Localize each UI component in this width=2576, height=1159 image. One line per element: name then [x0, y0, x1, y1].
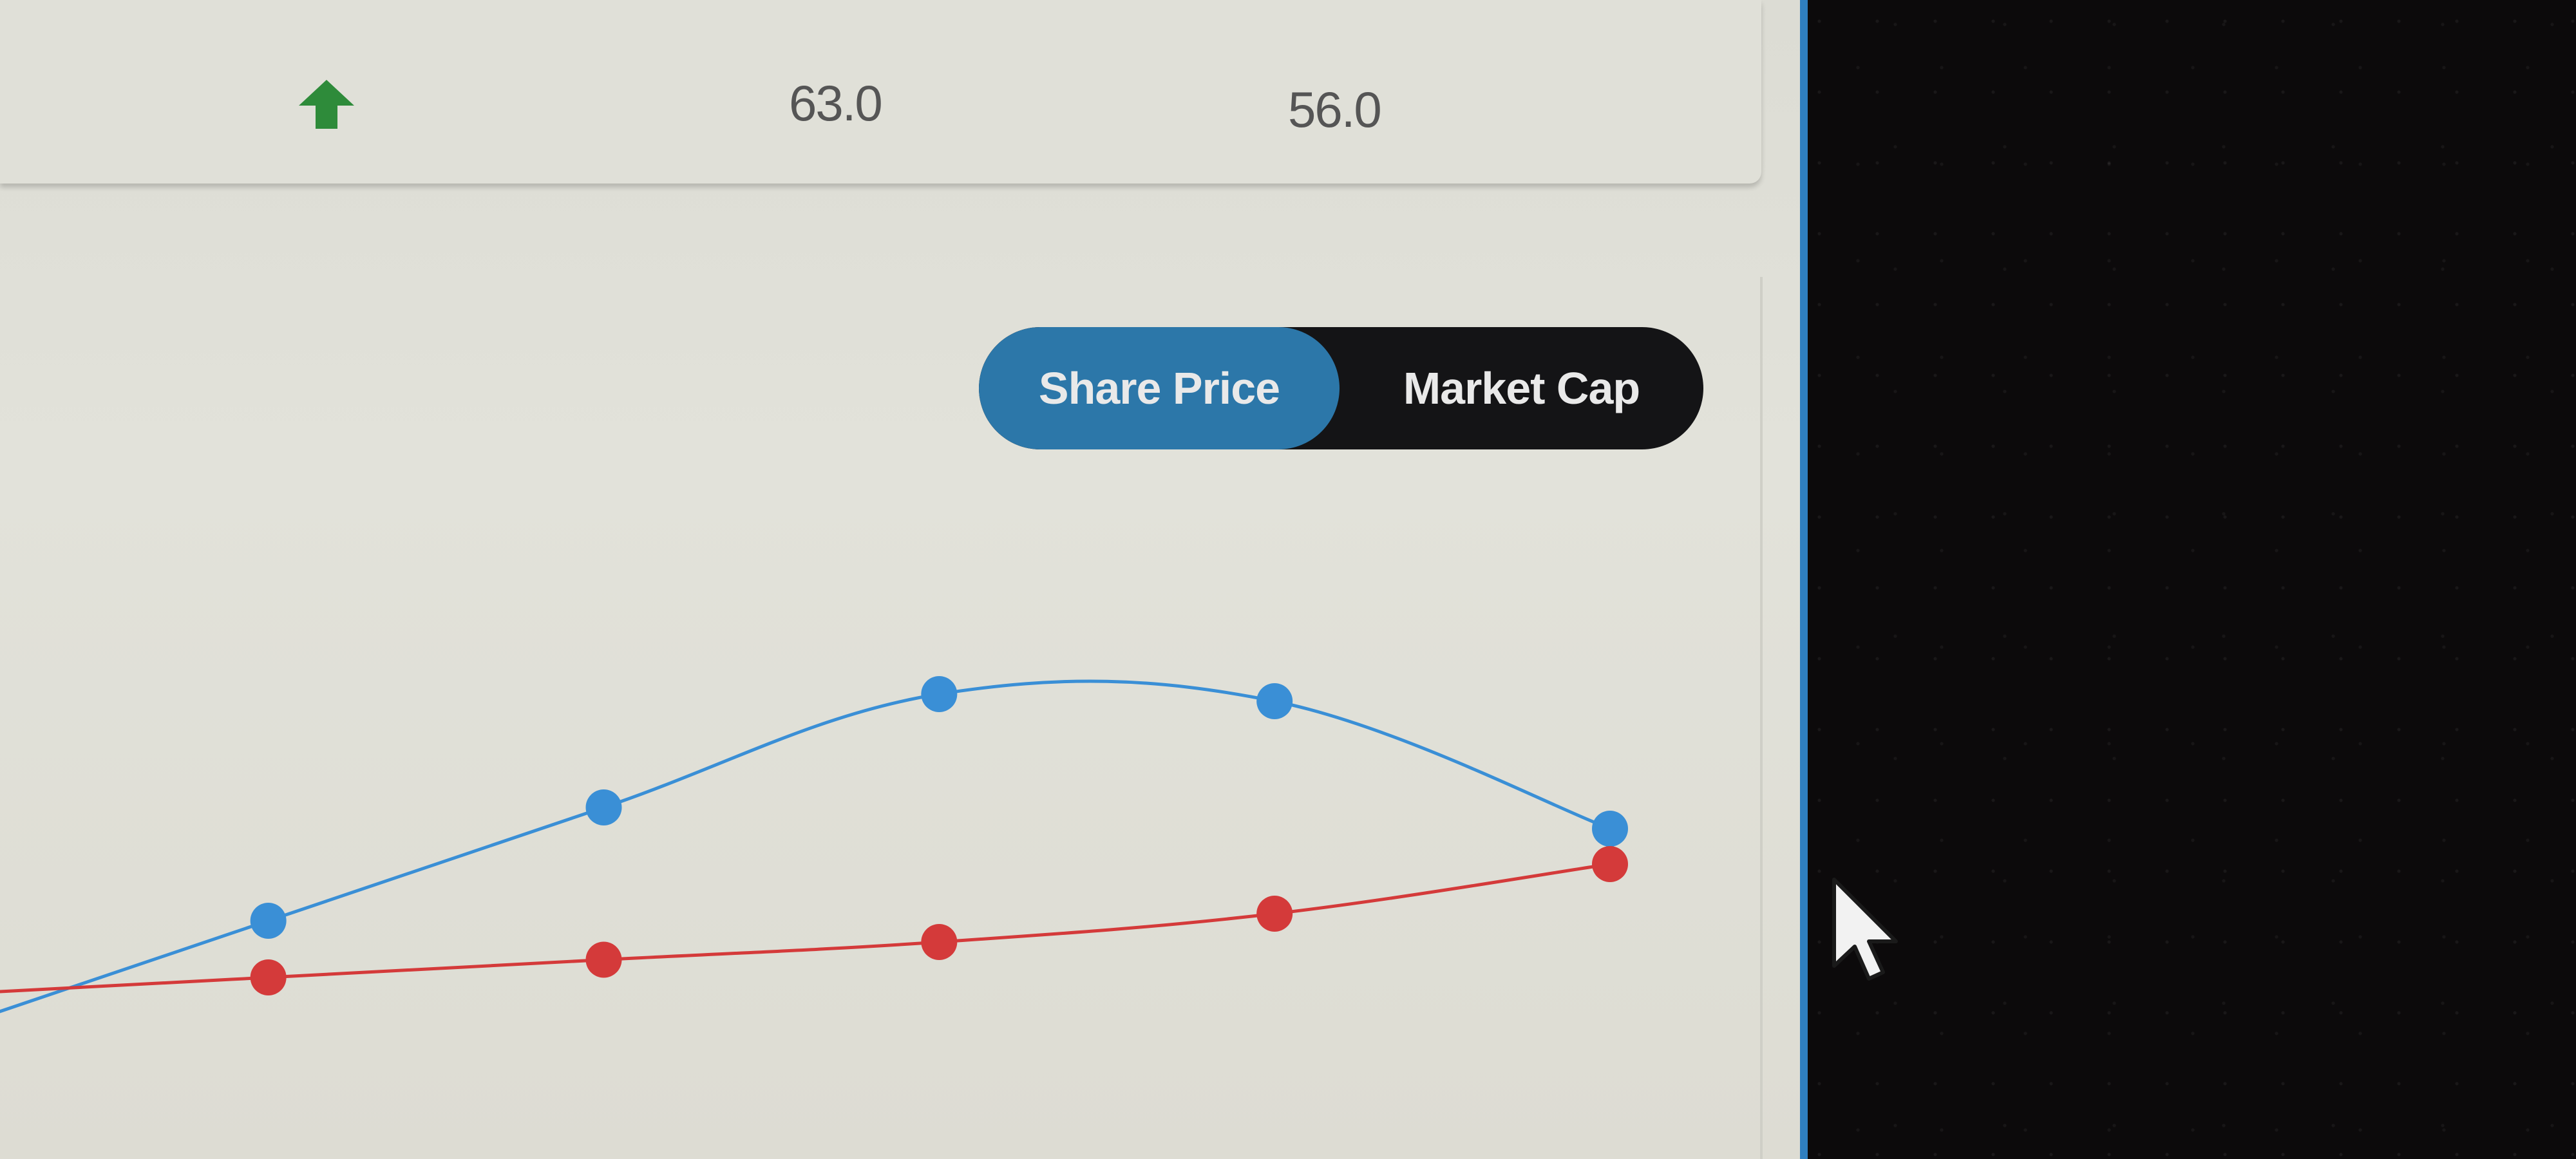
series-1-point-2[interactable]	[585, 789, 622, 825]
series-2-point-5[interactable]	[1592, 846, 1628, 882]
series-2-point-4[interactable]	[1256, 896, 1293, 932]
series-1-point-5[interactable]	[1592, 811, 1628, 847]
line-chart	[0, 676, 1628, 1013]
series-1-point-4[interactable]	[1256, 683, 1293, 719]
mouse-pointer-icon	[1832, 878, 1898, 981]
series-2-point-2[interactable]	[585, 941, 622, 978]
app-window: 63.0 56.0 Share Price Market Cap	[0, 0, 1803, 1159]
window-edge	[1800, 0, 1808, 1159]
series-2-point-3[interactable]	[921, 924, 958, 960]
series-1-line	[0, 679, 1611, 1013]
series-2-point-1[interactable]	[250, 959, 287, 995]
series-1-point-3[interactable]	[921, 676, 958, 712]
screen: 63.0 56.0 Share Price Market Cap	[0, 0, 2576, 1159]
dark-background	[1808, 0, 2576, 1159]
series-1-point-1[interactable]	[250, 903, 287, 939]
